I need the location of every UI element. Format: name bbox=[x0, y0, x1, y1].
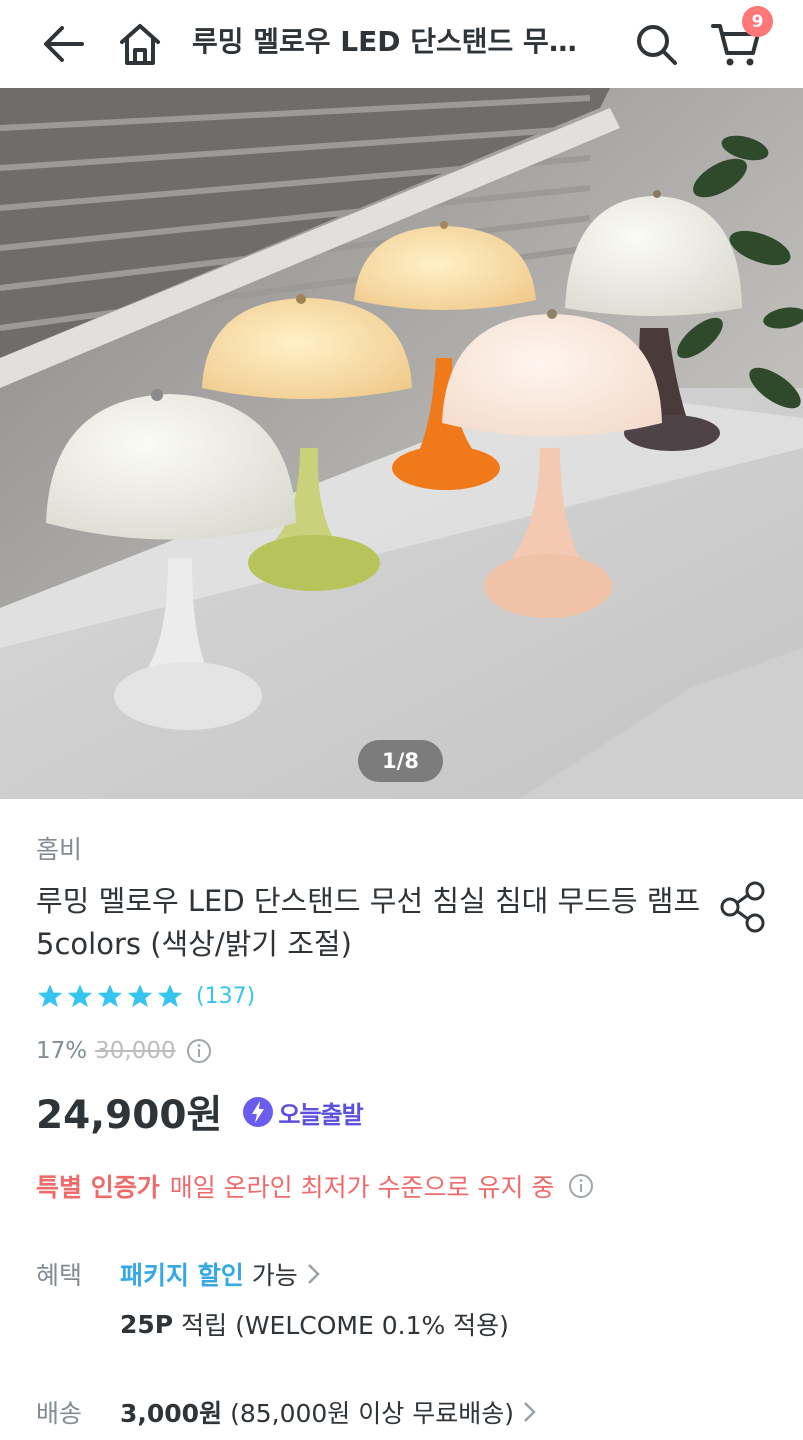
image-pager: 1/8 bbox=[358, 740, 443, 782]
lightning-icon bbox=[243, 1097, 274, 1127]
top-bar: 루밍 멜로우 LED 단스탠드 무선 침실 침대 무드등 램프 5colors … bbox=[0, 0, 803, 88]
info-icon[interactable] bbox=[568, 1173, 594, 1199]
chevron-right-icon bbox=[307, 1264, 320, 1284]
benefit-label: 혜택 bbox=[36, 1261, 83, 1290]
points-text: 적립 (WELCOME 0.1% 적용) bbox=[181, 1311, 509, 1340]
today-ship-badge: 오늘출발 bbox=[242, 1095, 364, 1130]
product-name: 루밍 멜로우 LED 단스탠드 무선 침실 침대 무드등 램프 5colors … bbox=[36, 884, 701, 961]
arrow-left-icon bbox=[44, 26, 84, 62]
star-icon bbox=[157, 984, 183, 1008]
discount-rate: 17% bbox=[36, 1038, 88, 1064]
info-icon[interactable] bbox=[186, 1038, 212, 1064]
shipping-info-link[interactable]: 3,000원 (85,000원 이상 무료배송) bbox=[120, 1394, 538, 1430]
sale-price: 24,900원 bbox=[36, 1093, 223, 1138]
review-count[interactable]: (137) bbox=[196, 984, 255, 1009]
home-button[interactable] bbox=[110, 14, 170, 74]
product-photo bbox=[0, 88, 803, 799]
chevron-right-icon bbox=[524, 1402, 536, 1422]
search-icon bbox=[637, 25, 677, 65]
discount-row: 17% 30,000 bbox=[36, 1038, 212, 1064]
package-discount-link[interactable]: 패키지 할인 가능 bbox=[120, 1256, 322, 1292]
points-amount: 25P bbox=[120, 1309, 174, 1339]
star-icon bbox=[37, 984, 63, 1008]
certified-price-label: 특별 인증가 bbox=[36, 1173, 160, 1202]
share-button[interactable] bbox=[716, 880, 770, 934]
certified-price-row: 특별 인증가 매일 온라인 최저가 수준으로 유지 중 bbox=[36, 1168, 594, 1204]
points-row: 25P 적립 (WELCOME 0.1% 적용) bbox=[120, 1306, 509, 1342]
page-title: 루밍 멜로우 LED 단스탠드 무선 침실 침대 무드등 램프 5colors … bbox=[192, 25, 602, 58]
star-icon bbox=[67, 984, 93, 1008]
shipping-fee: 3,000원 bbox=[120, 1399, 223, 1428]
star-rating bbox=[36, 982, 184, 1010]
share-icon bbox=[720, 881, 765, 933]
back-button[interactable] bbox=[34, 14, 94, 74]
search-button[interactable] bbox=[626, 14, 686, 74]
price-row: 24,900원 오늘출발 bbox=[36, 1084, 364, 1140]
today-ship-label: 오늘출발 bbox=[278, 1100, 363, 1129]
certified-price-text: 매일 온라인 최저가 수준으로 유지 중 bbox=[169, 1173, 555, 1202]
cart-count-badge: 9 bbox=[742, 6, 773, 37]
package-discount-suffix: 가능 bbox=[251, 1261, 298, 1290]
brand-name[interactable]: 홈비 bbox=[36, 830, 82, 866]
shipping-label: 배송 bbox=[36, 1399, 83, 1428]
star-icon bbox=[97, 984, 123, 1008]
star-icon bbox=[127, 984, 153, 1008]
home-icon bbox=[120, 24, 160, 65]
rating-row[interactable]: (137) bbox=[36, 982, 255, 1010]
original-price: 30,000 bbox=[95, 1038, 176, 1064]
product-image-carousel[interactable]: 1/8 bbox=[0, 88, 803, 799]
shipping-condition: (85,000원 이상 무료배송) bbox=[230, 1399, 514, 1428]
package-discount-label: 패키지 할인 bbox=[120, 1261, 244, 1290]
